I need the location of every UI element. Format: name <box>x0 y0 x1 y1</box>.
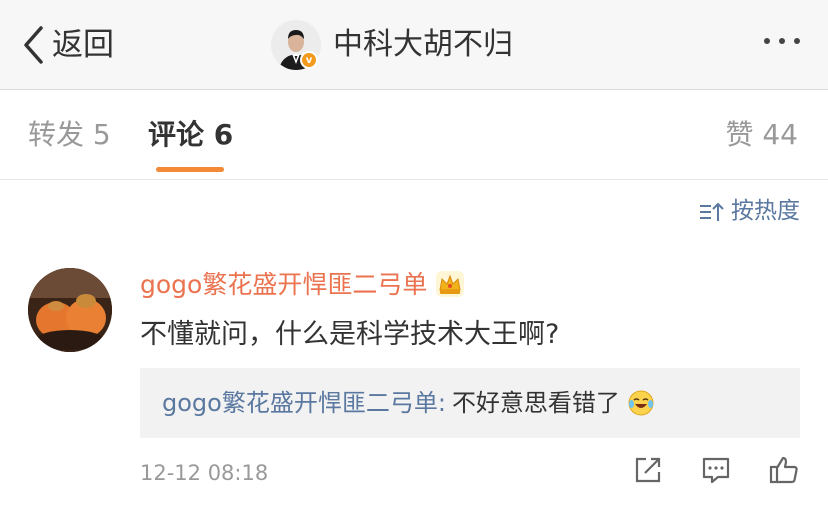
tab-bar: 转发 5 评论 6 赞 44 <box>0 90 828 180</box>
commenter-name[interactable]: gogo繁花盛开悍匪二弓单 <box>140 272 427 297</box>
comment-timestamp: 12-12 08:18 <box>140 461 269 485</box>
share-icon[interactable] <box>632 454 664 486</box>
reply-author[interactable]: gogo繁花盛开悍匪二弓单 <box>162 388 438 418</box>
reply-text: 不好意思看错了 <box>451 389 620 417</box>
like-icon[interactable] <box>768 454 800 486</box>
tab-like[interactable]: 赞 44 <box>725 118 798 152</box>
comment-actions <box>632 454 800 486</box>
tab-repost[interactable]: 转发 5 <box>28 118 111 152</box>
top-nav-bar: 返回 中科大胡不归 v <box>0 0 828 90</box>
chevron-left-icon <box>24 26 43 64</box>
verified-badge-icon: v <box>300 51 318 69</box>
commenter-name-row: gogo繁花盛开悍匪二弓单 <box>140 270 465 298</box>
reply-preview[interactable]: gogo繁花盛开悍匪二弓单 : 不好意思看错了 <box>140 368 800 438</box>
comment-text: 不懂就问，什么是科学技术大王啊? <box>140 319 560 350</box>
comment-icon[interactable] <box>700 454 732 486</box>
reply-separator: : <box>437 389 446 417</box>
sort-button[interactable]: 按热度 <box>699 200 800 223</box>
page-title: 中科大胡不归 <box>333 27 513 62</box>
commenter-avatar[interactable] <box>28 268 112 352</box>
laugh-cry-emoji-icon <box>628 390 654 416</box>
back-button[interactable]: 返回 <box>22 22 114 68</box>
reply-line: gogo繁花盛开悍匪二弓单 : 不好意思看错了 <box>162 388 654 418</box>
tab-comment[interactable]: 评论 6 <box>148 118 233 152</box>
crown-icon <box>436 271 465 297</box>
back-label: 返回 <box>52 26 114 63</box>
active-tab-indicator <box>156 167 224 172</box>
sort-label: 按热度 <box>731 198 800 224</box>
sort-icon <box>700 202 724 221</box>
more-icon[interactable] <box>764 38 800 44</box>
